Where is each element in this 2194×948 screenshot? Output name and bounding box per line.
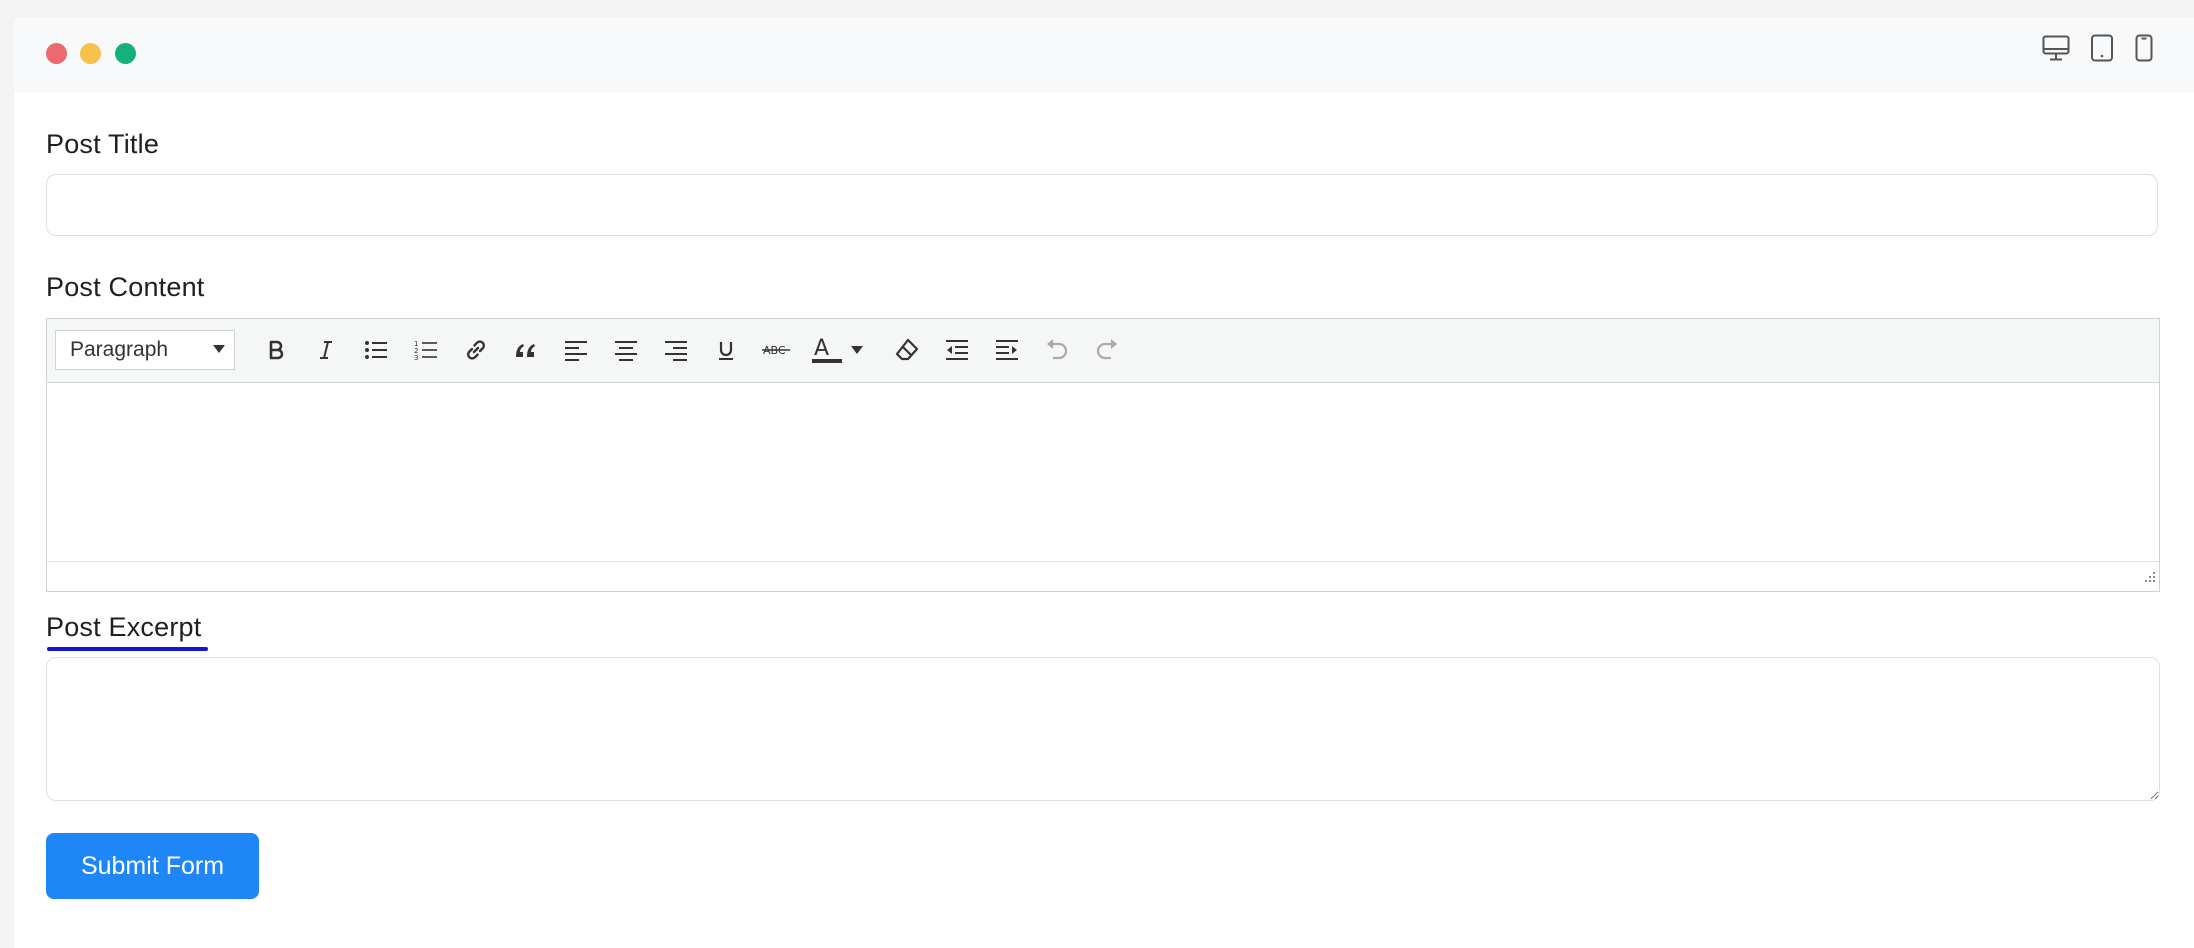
post-content-label: Post Content	[46, 272, 205, 302]
tablet-icon[interactable]	[2090, 34, 2114, 67]
underline-button[interactable]	[706, 330, 746, 370]
bold-button[interactable]	[256, 330, 296, 370]
clear-formatting-icon	[895, 338, 919, 361]
underline-icon	[719, 342, 733, 360]
bullet-list-icon	[365, 341, 387, 359]
post-excerpt-label: Post Excerpt	[46, 612, 202, 642]
redo-button[interactable]	[1087, 330, 1127, 370]
redo-icon	[1096, 339, 1117, 360]
post-title-input[interactable]	[46, 174, 2158, 236]
close-window-button[interactable]	[46, 43, 67, 64]
indent-button[interactable]	[987, 330, 1027, 370]
post-excerpt-textarea[interactable]	[46, 657, 2160, 801]
editor-content-area[interactable]	[47, 383, 2159, 543]
blockquote-button[interactable]	[506, 330, 546, 370]
block-format-value: Paragraph	[70, 338, 169, 361]
chevron-down-icon	[213, 345, 225, 353]
chevron-down-icon[interactable]	[851, 346, 863, 354]
outdent-icon	[946, 340, 968, 360]
align-right-button[interactable]	[656, 330, 696, 370]
align-left-button[interactable]	[556, 330, 596, 370]
align-right-icon	[665, 341, 687, 361]
italic-icon	[320, 341, 332, 359]
mobile-icon[interactable]	[2134, 34, 2154, 67]
block-format-select[interactable]: Paragraph	[55, 330, 235, 370]
rich-text-editor: Paragraph 123 ABC A	[46, 318, 2160, 592]
align-center-button[interactable]	[606, 330, 646, 370]
label-focus-underline	[47, 647, 208, 651]
svg-text:3: 3	[414, 354, 418, 362]
maximize-window-button[interactable]	[115, 43, 136, 64]
link-icon	[467, 340, 485, 360]
editor-toolbar: Paragraph 123 ABC A	[47, 319, 2159, 383]
indent-icon	[996, 340, 1018, 360]
numbered-list-icon: 123	[414, 340, 437, 362]
bold-icon	[269, 340, 284, 360]
app-window: Post Title Post Content Paragraph 123 AB…	[14, 17, 2194, 948]
post-title-label: Post Title	[46, 129, 160, 159]
clear-formatting-button[interactable]	[887, 330, 927, 370]
italic-button[interactable]	[306, 330, 346, 370]
editor-statusbar	[47, 561, 2159, 591]
numbered-list-button[interactable]: 123	[406, 330, 446, 370]
minimize-window-button[interactable]	[80, 43, 101, 64]
align-left-icon	[565, 341, 587, 361]
bullet-list-button[interactable]	[356, 330, 396, 370]
submit-form-button[interactable]: Submit Form	[46, 833, 259, 899]
device-preview-switcher	[2042, 34, 2154, 67]
undo-icon	[1047, 339, 1068, 360]
desktop-icon[interactable]	[2042, 35, 2070, 66]
text-color-button[interactable]: A	[807, 330, 881, 370]
blockquote-icon	[516, 344, 535, 357]
resize-grip-icon[interactable]	[2142, 569, 2156, 588]
undo-button[interactable]	[1037, 330, 1077, 370]
window-titlebar	[14, 17, 2194, 93]
strikethrough-icon: ABC	[762, 344, 790, 357]
text-color-icon: A	[812, 336, 842, 363]
link-button[interactable]	[456, 330, 496, 370]
text-color-icon-letter: A	[814, 336, 829, 361]
align-center-icon	[615, 341, 637, 361]
outdent-button[interactable]	[937, 330, 977, 370]
strikethrough-button[interactable]: ABC	[756, 330, 796, 370]
